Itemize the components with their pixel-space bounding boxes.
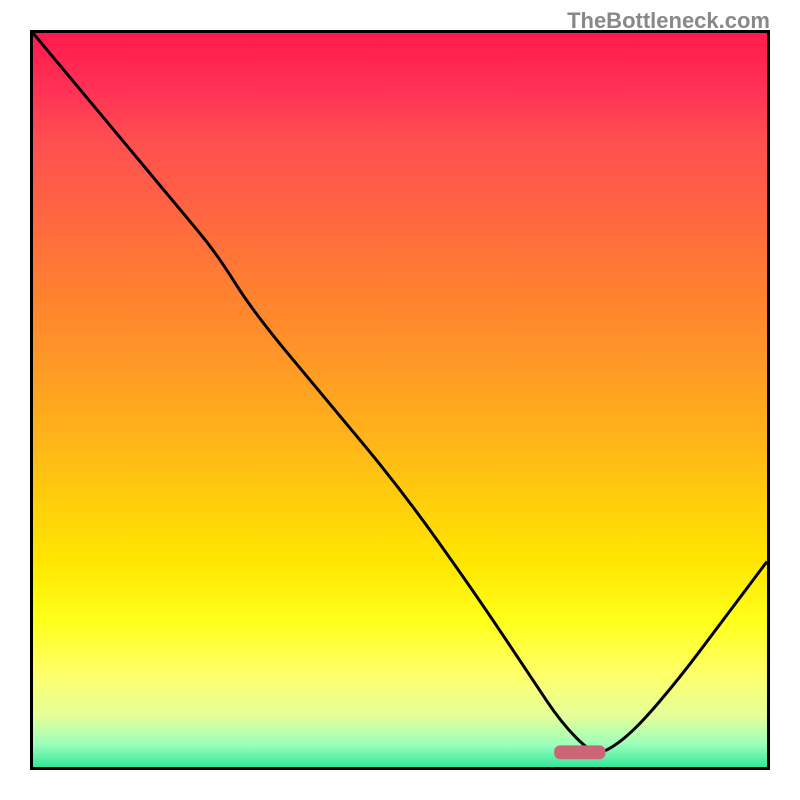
chart-container: TheBottleneck.com <box>0 0 800 800</box>
optimal-marker <box>554 745 605 759</box>
plot-area <box>30 30 770 770</box>
bottleneck-curve <box>33 33 767 752</box>
curve-svg <box>33 33 767 767</box>
